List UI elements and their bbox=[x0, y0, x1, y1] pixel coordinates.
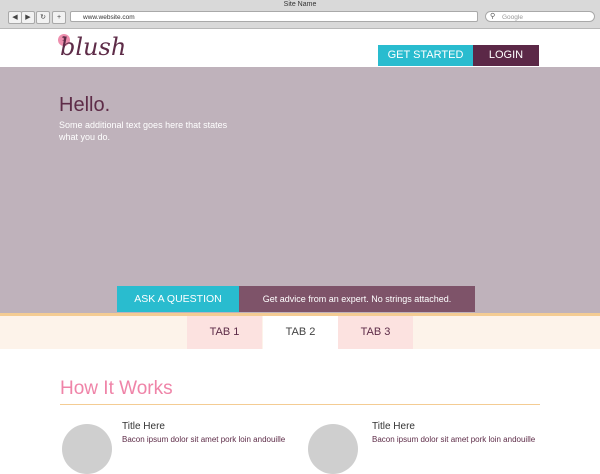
advice-banner: Get advice from an expert. No strings at… bbox=[239, 286, 475, 312]
ask-question-button[interactable]: ASK A QUESTION bbox=[117, 286, 239, 312]
card-title: Title Here bbox=[372, 421, 415, 432]
hero-heading: Hello. bbox=[59, 94, 111, 116]
card-text: Bacon ipsum dolor sit amet pork loin and… bbox=[122, 435, 286, 444]
browser-search-input[interactable]: ⚲ Google bbox=[485, 11, 595, 22]
reload-icon[interactable]: ↻ bbox=[36, 11, 50, 24]
login-button[interactable]: LOGIN bbox=[473, 45, 539, 66]
card-image bbox=[62, 424, 112, 474]
url-input[interactable]: www.website.com bbox=[70, 11, 478, 22]
divider bbox=[60, 404, 540, 405]
card-title: Title Here bbox=[122, 421, 165, 432]
forward-icon[interactable]: ▶ bbox=[21, 11, 35, 24]
card-image bbox=[308, 424, 358, 474]
logo[interactable]: blush bbox=[60, 33, 126, 61]
back-icon[interactable]: ◀ bbox=[8, 11, 22, 24]
search-placeholder: Google bbox=[502, 14, 523, 21]
search-icon: ⚲ bbox=[490, 13, 496, 20]
browser-toolbar: Site Name ◀ ▶ ↻ + www.website.com ⚲ Goog… bbox=[0, 0, 600, 29]
how-it-works-heading: How It Works bbox=[60, 378, 173, 399]
add-tab-icon[interactable]: + bbox=[52, 11, 66, 24]
tab-1[interactable]: TAB 1 bbox=[187, 316, 262, 349]
tab-2[interactable]: TAB 2 bbox=[263, 316, 338, 349]
card-text: Bacon ipsum dolor sit amet pork loin and… bbox=[372, 435, 536, 444]
hero-text: Some additional text goes here that stat… bbox=[59, 120, 228, 142]
tab-3[interactable]: TAB 3 bbox=[338, 316, 413, 349]
window-title: Site Name bbox=[283, 1, 317, 8]
get-started-button[interactable]: GET STARTED bbox=[378, 45, 473, 66]
